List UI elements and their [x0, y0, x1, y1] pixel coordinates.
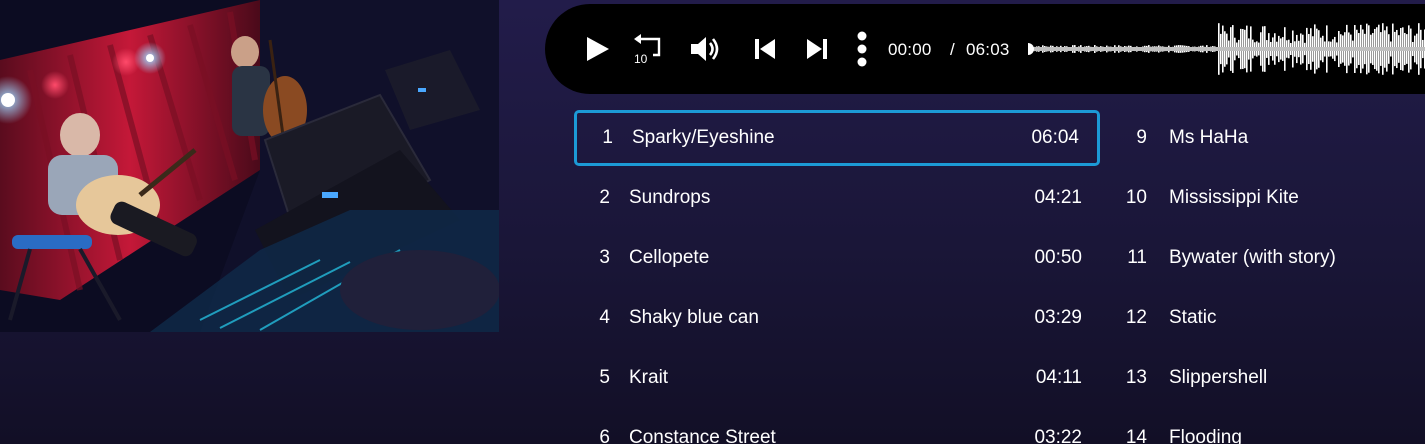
track-number: 6 [599, 427, 610, 444]
track-duration: 06:04 [1031, 127, 1079, 148]
play-button[interactable] [581, 33, 613, 65]
track-number: 4 [599, 307, 610, 328]
track-duration: 04:21 [1034, 187, 1082, 208]
skip-next-icon [807, 39, 827, 59]
track-title: Sparky/Eyeshine [632, 127, 775, 148]
track-number: 5 [599, 367, 610, 388]
track-row[interactable]: 14 Flooding [1110, 410, 1425, 444]
track-number: 2 [599, 187, 610, 208]
track-title: Flooding [1169, 427, 1242, 444]
seek-handle[interactable] [1028, 43, 1034, 55]
current-time: 00:00 [888, 40, 932, 59]
track-number: 10 [1125, 187, 1147, 208]
track-row[interactable]: 1 Sparky/Eyeshine 06:04 [574, 110, 1100, 166]
track-title: Constance Street [629, 427, 776, 444]
track-number: 12 [1125, 307, 1147, 328]
track-number: 3 [599, 247, 610, 268]
track-row[interactable]: 2 Sundrops 04:21 [574, 170, 1100, 226]
volume-button[interactable] [689, 33, 721, 65]
track-duration: 03:29 [1034, 307, 1082, 328]
track-row[interactable]: 9 Ms HaHa [1110, 110, 1425, 166]
audio-player: 10 00:00 / 06:03 [545, 4, 1425, 94]
track-row[interactable]: 6 Constance Street 03:22 [574, 410, 1100, 444]
track-number: 13 [1125, 367, 1147, 388]
skip-previous-icon [755, 39, 775, 59]
track-row[interactable]: 12 Static [1110, 290, 1425, 346]
track-row[interactable]: 13 Slippershell [1110, 350, 1425, 406]
previous-track-button[interactable] [749, 33, 781, 65]
track-title: Cellopete [629, 247, 710, 268]
track-title: Bywater (with story) [1169, 247, 1336, 268]
track-row[interactable]: 5 Krait 04:11 [574, 350, 1100, 406]
waveform-baseline [1028, 47, 1425, 51]
track-number: 11 [1127, 247, 1147, 268]
replay-10-icon: 10 [634, 34, 661, 65]
volume-icon [691, 37, 719, 61]
track-row[interactable]: 4 Shaky blue can 03:29 [574, 290, 1100, 346]
track-number: 9 [1136, 127, 1147, 148]
track-row[interactable]: 3 Cellopete 00:50 [574, 230, 1100, 286]
track-row[interactable]: 10 Mississippi Kite [1110, 170, 1425, 226]
more-vertical-icon [857, 31, 867, 67]
track-title: Ms HaHa [1169, 127, 1249, 148]
track-title: Mississippi Kite [1169, 187, 1299, 208]
total-time: 06:03 [966, 40, 1010, 59]
track-title: Static [1169, 307, 1217, 328]
track-number: 1 [602, 127, 613, 148]
track-title: Shaky blue can [629, 307, 759, 328]
more-options-button[interactable] [846, 31, 878, 67]
track-title: Krait [629, 367, 669, 388]
play-icon [587, 37, 609, 61]
replay-10-button[interactable]: 10 [631, 33, 663, 65]
next-track-button[interactable] [801, 33, 833, 65]
track-duration: 03:22 [1034, 427, 1082, 444]
track-duration: 04:11 [1035, 367, 1082, 388]
album-cover-image [0, 0, 499, 332]
track-title: Slippershell [1169, 367, 1268, 388]
replay-10-label: 10 [634, 52, 648, 65]
track-row[interactable]: 11 Bywater (with story) [1110, 230, 1425, 286]
track-number: 14 [1125, 427, 1147, 444]
track-title: Sundrops [629, 187, 711, 208]
time-separator: / [950, 40, 955, 59]
waveform-seekbar[interactable] [1028, 16, 1425, 82]
track-duration: 00:50 [1034, 247, 1082, 268]
